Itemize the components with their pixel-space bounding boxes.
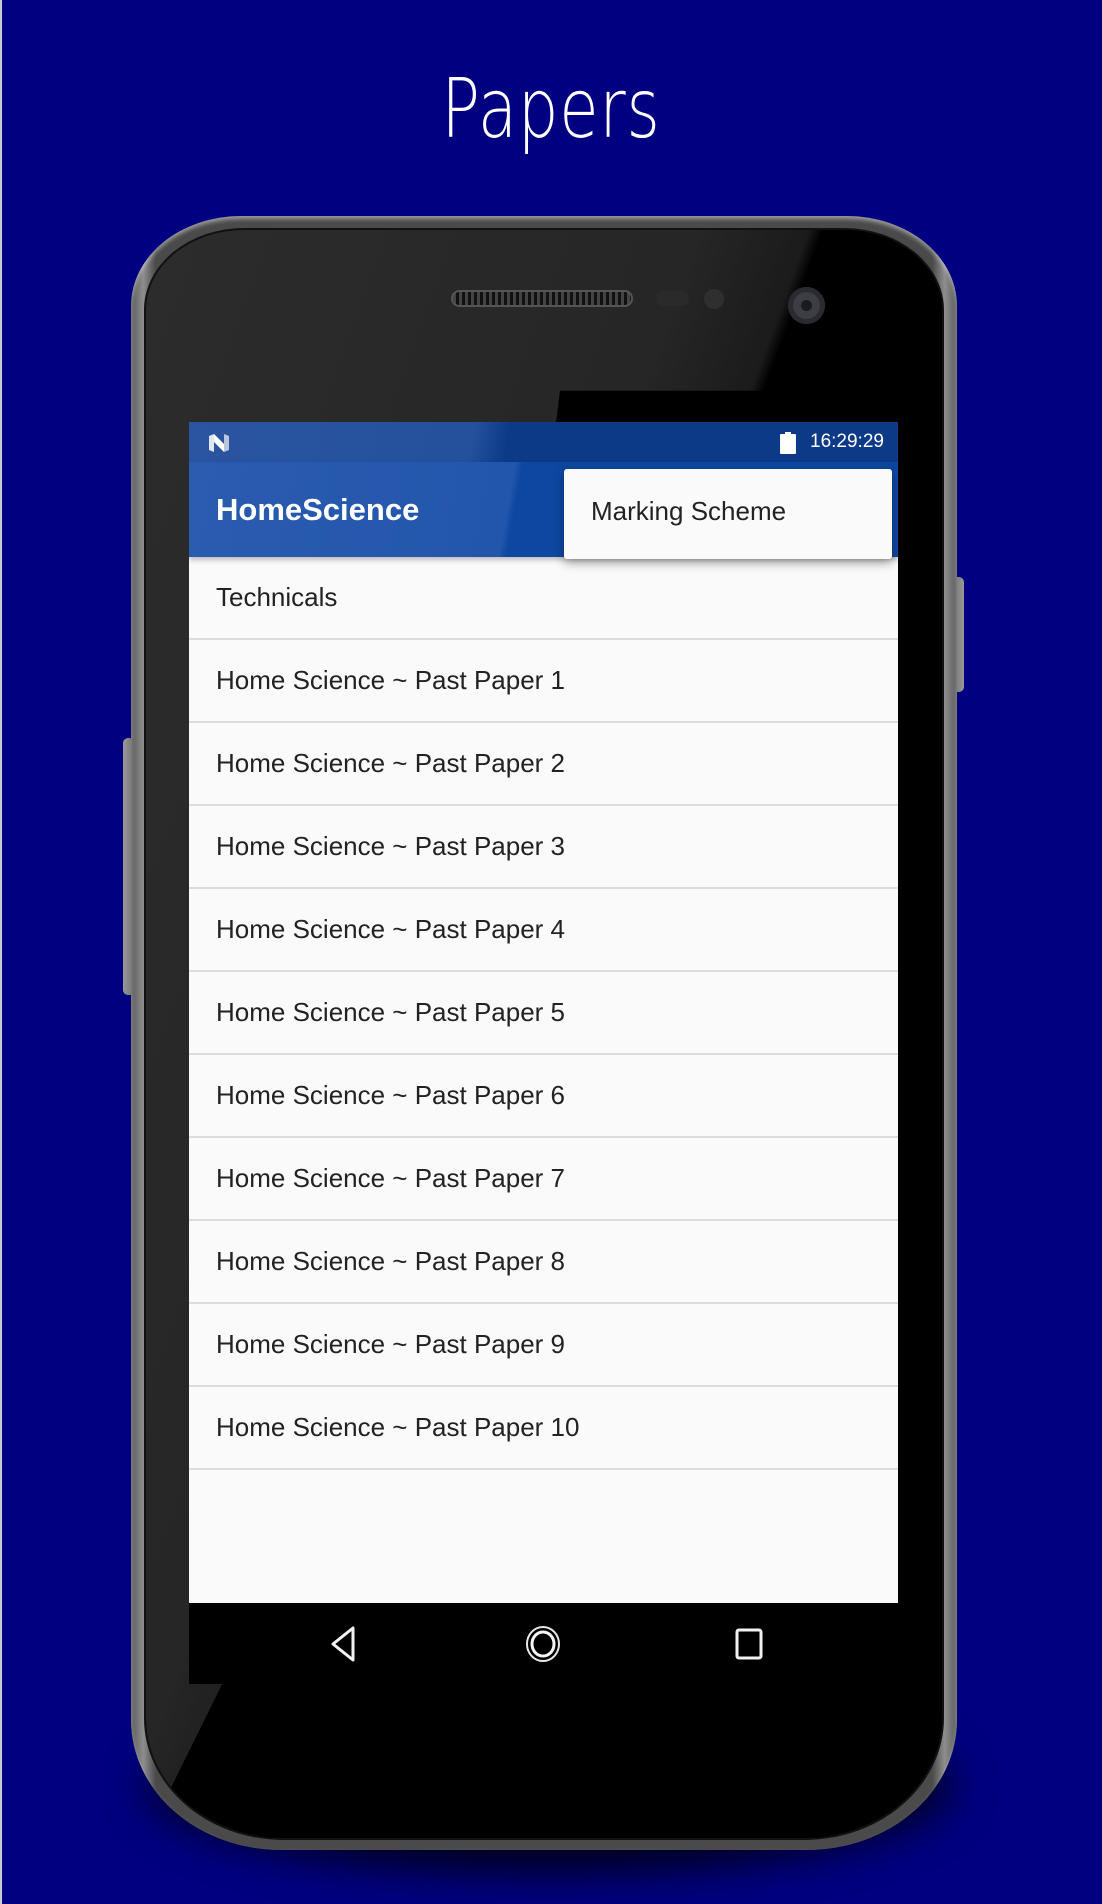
front-camera-icon xyxy=(788,287,825,324)
battery-full-icon xyxy=(780,432,796,454)
list-item-past-paper-2[interactable]: Home Science ~ Past Paper 2 xyxy=(189,723,898,806)
list-item-past-paper-5[interactable]: Home Science ~ Past Paper 5 xyxy=(189,972,898,1055)
light-sensor-icon xyxy=(704,289,724,309)
menu-item-marking-scheme[interactable]: Marking Scheme xyxy=(564,469,892,559)
list-item-past-paper-8[interactable]: Home Science ~ Past Paper 8 xyxy=(189,1221,898,1304)
list-item-past-paper-9[interactable]: Home Science ~ Past Paper 9 xyxy=(189,1304,898,1387)
list-item-technicals[interactable]: Technicals xyxy=(189,557,898,640)
android-n-icon xyxy=(209,434,229,452)
recent-apps-square-icon[interactable] xyxy=(729,1623,769,1665)
back-triangle-icon[interactable] xyxy=(324,1623,364,1665)
list-item-past-paper-6[interactable]: Home Science ~ Past Paper 6 xyxy=(189,1055,898,1138)
app-title: HomeScience xyxy=(216,492,420,527)
overflow-menu: Marking Scheme xyxy=(564,469,892,559)
list-item-past-paper-1[interactable]: Home Science ~ Past Paper 1 xyxy=(189,640,898,723)
status-time: 16:29:29 xyxy=(810,431,884,452)
banner-title: Papers xyxy=(441,62,661,157)
status-bar: 16:29:29 xyxy=(189,422,898,462)
proximity-sensor-icon xyxy=(656,291,689,306)
left-edge-line xyxy=(0,0,2,1904)
earpiece-speaker-icon xyxy=(451,290,633,307)
navigation-bar xyxy=(189,1603,898,1684)
list-item-past-paper-10[interactable]: Home Science ~ Past Paper 10 xyxy=(189,1387,898,1470)
phone-screen: 16:29:29 HomeScience Marking Scheme Tech… xyxy=(189,422,898,1684)
list-item-past-paper-3[interactable]: Home Science ~ Past Paper 3 xyxy=(189,806,898,889)
home-circle-icon[interactable] xyxy=(523,1623,563,1665)
list-item-past-paper-4[interactable]: Home Science ~ Past Paper 4 xyxy=(189,889,898,972)
papers-list: Technicals Home Science ~ Past Paper 1 H… xyxy=(189,557,898,1470)
list-item-past-paper-7[interactable]: Home Science ~ Past Paper 7 xyxy=(189,1138,898,1221)
